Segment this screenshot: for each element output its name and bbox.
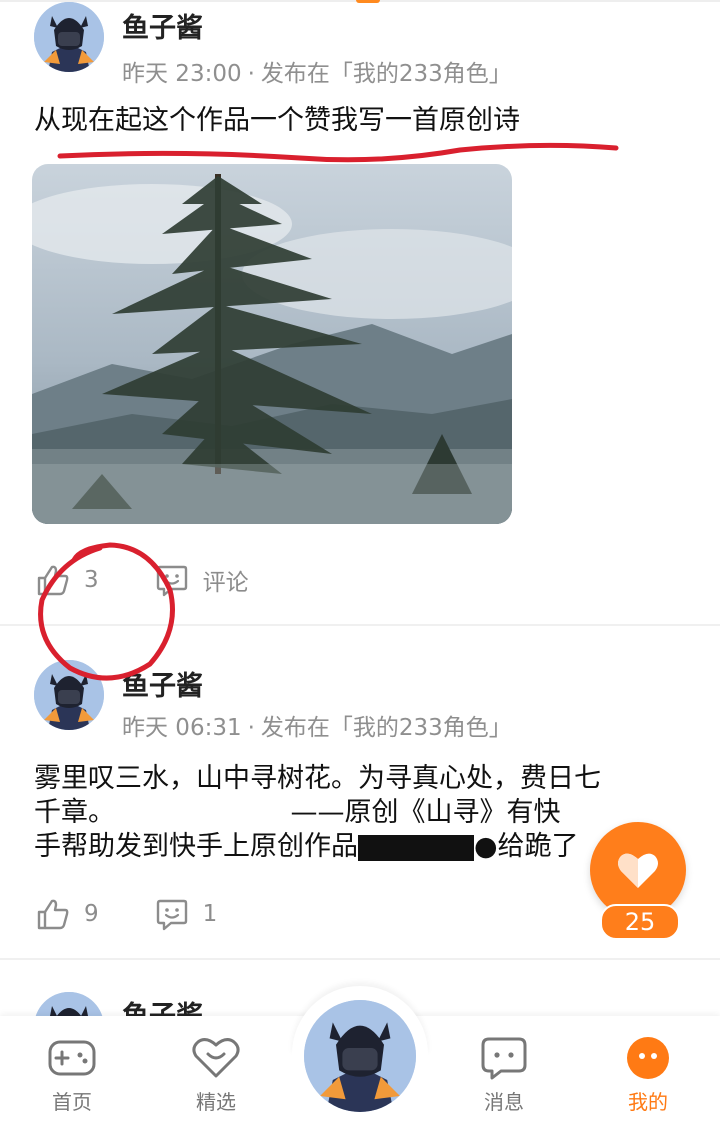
like-count: 3 [84, 567, 99, 593]
heart-chat-icon [192, 1038, 240, 1078]
post-time: 昨天 23:00 [122, 61, 242, 87]
post-text-segment: 手帮助发到快手上原创作品 [34, 831, 358, 862]
post-meta: 昨天 06:31 · 发布在「我的233角色」 [122, 708, 512, 742]
thumbs-up-icon [37, 565, 69, 596]
heart-count-badge: 25 [600, 904, 680, 940]
tree-landscape-photo [32, 164, 512, 524]
gamepad-icon [48, 1040, 96, 1076]
comment-face-icon [156, 565, 187, 597]
post-channel[interactable]: 发布在「我的233角色」 [261, 715, 512, 741]
comment-button[interactable]: 1 [155, 897, 218, 931]
author-name[interactable]: 鱼子酱 [122, 664, 203, 703]
avatar-image-icon [304, 1000, 416, 1112]
avatar[interactable] [34, 2, 104, 72]
post-card[interactable]: 鱼子酱 昨天 23:00 · 发布在「我的233角色」 从现在起这个作品一个赞我写一… [0, 0, 720, 626]
like-button[interactable]: 9 [36, 898, 99, 930]
center-avatar-button[interactable] [304, 1000, 416, 1112]
like-button[interactable]: 3 [36, 564, 99, 596]
avatar-image-icon [34, 2, 104, 72]
post-actions: 9 1 [36, 896, 273, 932]
post-time: 昨天 06:31 [122, 715, 242, 741]
tab-label: 首页 [52, 1090, 92, 1114]
tab-label: 消息 [484, 1090, 524, 1114]
message-icon [481, 1037, 527, 1080]
tab-label: 我的 [628, 1090, 668, 1114]
comment-count: 1 [202, 901, 218, 927]
post-meta: 昨天 23:00 · 发布在「我的233角色」 [122, 54, 512, 88]
redaction-block [358, 834, 474, 861]
post-text: 从现在起这个作品一个赞我写一首原创诗 [34, 105, 520, 136]
tab-messages[interactable]: 消息 [454, 1036, 554, 1115]
post-text-line: 雾里叹三水，山中寻树花。为寻真心处，费日七 [34, 763, 601, 794]
post-actions: 3 评论 [36, 562, 305, 598]
avatar-image-icon [34, 660, 104, 730]
post-image[interactable] [32, 164, 512, 524]
comment-button[interactable]: 评论 [155, 563, 249, 597]
post-channel[interactable]: 发布在「我的233角色」 [261, 61, 512, 87]
thumbs-up-icon [37, 899, 69, 930]
meta-dot: · [247, 715, 255, 741]
avatar[interactable] [34, 660, 104, 730]
meta-dot: · [247, 61, 255, 87]
post-text-line: 千章。 ——原创《山寻》有快 [34, 797, 561, 828]
author-name[interactable]: 鱼子酱 [122, 6, 203, 45]
comment-label: 评论 [202, 570, 249, 596]
like-count: 9 [84, 901, 99, 927]
tab-featured[interactable]: 精选 [166, 1036, 266, 1115]
tab-home[interactable]: 首页 [22, 1036, 122, 1115]
post-text-segment: ●给跪了 [474, 831, 579, 862]
heart-icon [618, 853, 658, 888]
tab-me[interactable]: 我的 [598, 1036, 698, 1115]
tab-label: 精选 [196, 1090, 236, 1114]
profile-dots-icon [627, 1037, 669, 1079]
comment-face-icon [156, 899, 187, 931]
